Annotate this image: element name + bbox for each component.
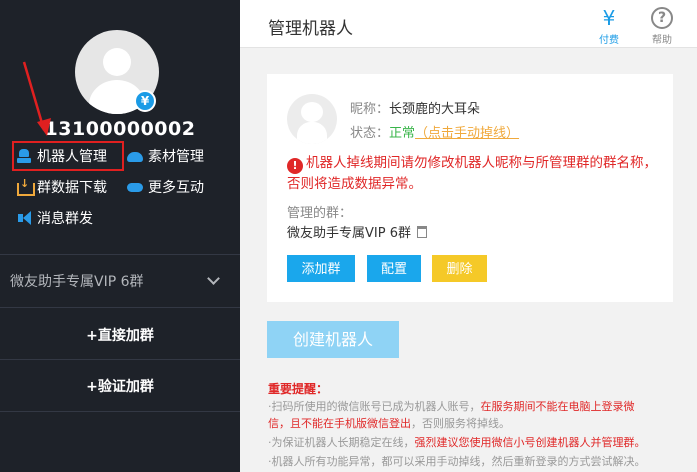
notice-line: 信，且不能在手机版微信登出，否则服务将掉线。 xyxy=(268,415,688,432)
download-icon xyxy=(16,177,35,196)
pay-button[interactable]: ¥ 付费 xyxy=(592,5,626,46)
user-avatar[interactable]: ¥ xyxy=(75,30,159,114)
help-label: 帮助 xyxy=(652,35,672,46)
notice-line: ·为保证机器人长期稳定在线，强烈建议您使用微信小号创建机器人并管理群。 xyxy=(268,434,688,451)
manual-offline-link[interactable]: （点击手动掉线） xyxy=(415,126,519,141)
offline-warning: ! 机器人掉线期间请勿修改机器人昵称与所管理群的群名称，否则将造成数据异常。 xyxy=(287,153,663,195)
nickname-value: 长颈鹿的大耳朵 xyxy=(389,102,481,117)
notice-emphasis: 在服务期间不能在电脑上登录微 xyxy=(480,400,635,413)
menu-group-data-download[interactable]: 群数据下载 xyxy=(16,177,107,197)
status-row: 状态：正常（点击手动掉线） xyxy=(350,122,519,141)
create-robot-button[interactable]: 创建机器人 xyxy=(267,321,399,358)
delete-button[interactable]: 删除 xyxy=(432,255,487,282)
highlight-annotation xyxy=(12,141,124,171)
nickname-row: 昵称：长颈鹿的大耳朵 xyxy=(350,98,480,117)
warning-icon: ! xyxy=(287,158,303,174)
trash-icon[interactable] xyxy=(416,226,427,238)
verify-join-button[interactable]: +验证加群 xyxy=(0,376,240,396)
menu-message-broadcast-label: 消息群发 xyxy=(37,211,93,227)
notice-emphasis: 强烈建议您使用微信小号创建机器人并管理群。 xyxy=(414,436,646,449)
warning-text: 机器人掉线期间请勿修改机器人昵称与所管理群的群名称，否则将造成数据异常。 xyxy=(287,155,657,192)
page-title: 管理机器人 xyxy=(268,19,353,39)
yen-icon: ¥ xyxy=(602,6,616,30)
group-selector-label: 微友助手专属VIP 6群 xyxy=(10,274,144,290)
add-group-button[interactable]: 添加群 xyxy=(287,255,355,282)
help-button[interactable]: ? 帮助 xyxy=(645,5,679,46)
divider xyxy=(0,411,240,412)
menu-more-interaction[interactable]: 更多互动 xyxy=(127,177,204,197)
managed-group-item: 微友助手专属VIP 6群 xyxy=(287,222,427,241)
notice-emphasis: 信，且不能在手机版微信登出 xyxy=(268,417,411,430)
chevron-down-icon xyxy=(207,272,220,285)
sidebar: ¥ 13100000002 机器人管理 素材管理 群数据下载 更多互动 消息群发… xyxy=(0,0,240,472)
red-arrow-annotation-icon xyxy=(22,61,51,136)
menu-more-interaction-label: 更多互动 xyxy=(148,180,204,196)
cloud-icon xyxy=(127,149,143,163)
config-button[interactable]: 配置 xyxy=(367,255,421,282)
gamepad-icon xyxy=(127,180,143,194)
status-label: 状态： xyxy=(350,126,390,141)
pay-label: 付费 xyxy=(599,35,619,46)
help-icon: ? xyxy=(651,7,673,29)
direct-join-button[interactable]: +直接加群 xyxy=(0,325,240,345)
notice-text: ·扫码所使用的微信账号已成为机器人账号， xyxy=(268,400,481,413)
notice-line: ·机器人所有功能异常，都可以采用手动掉线，然后重新登录的方式尝试解决。 xyxy=(268,455,646,468)
managed-group-name: 微友助手专属VIP 6群 xyxy=(287,226,411,241)
divider xyxy=(0,307,240,308)
robot-card: 昵称：长颈鹿的大耳朵 状态：正常（点击手动掉线） ! 机器人掉线期间请勿修改机器人… xyxy=(267,74,673,302)
status-value: 正常 xyxy=(389,126,416,141)
menu-material-management[interactable]: 素材管理 xyxy=(127,146,204,166)
menu-message-broadcast[interactable]: 消息群发 xyxy=(16,208,93,228)
divider xyxy=(0,359,240,360)
group-selector[interactable]: 微友助手专属VIP 6群 xyxy=(0,255,240,307)
nickname-label: 昵称： xyxy=(350,102,390,117)
robot-avatar-icon xyxy=(287,94,337,144)
top-bar: 管理机器人 ¥ 付费 ? 帮助 xyxy=(240,0,697,48)
menu-material-management-label: 素材管理 xyxy=(148,149,204,165)
managed-groups-label: 管理的群： xyxy=(287,206,353,221)
notice-line: ·扫码所使用的微信账号已成为机器人账号，在服务期间不能在电脑上登录微 xyxy=(268,398,688,415)
notice-text: ，否则服务将掉线。 xyxy=(411,417,510,430)
broadcast-icon xyxy=(16,211,32,225)
notice-title: 重要提醒： xyxy=(268,382,329,396)
notice-text: ·为保证机器人长期稳定在线， xyxy=(268,436,415,449)
yen-badge-icon: ¥ xyxy=(134,90,156,112)
menu-group-data-download-label: 群数据下载 xyxy=(37,180,107,196)
